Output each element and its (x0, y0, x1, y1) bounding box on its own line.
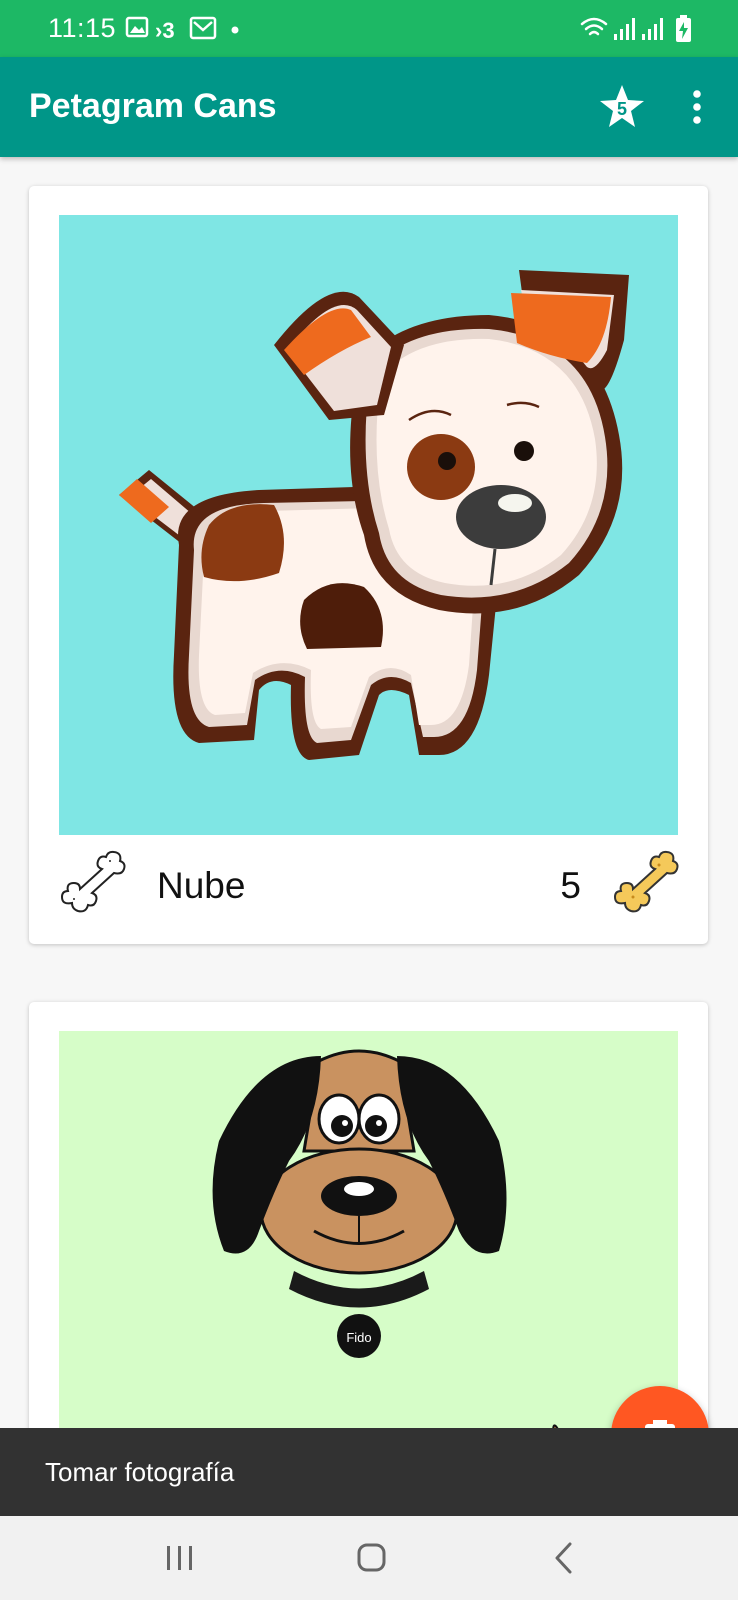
network-3g-icon: ›3 (155, 18, 175, 43)
bone-outline-icon (60, 850, 126, 913)
wifi-icon (580, 17, 608, 36)
snackbar-message: Tomar fotografía (45, 1457, 235, 1487)
recents-icon[interactable] (155, 1534, 205, 1582)
bone-rating-icon (613, 850, 679, 913)
pet-likes-count: 5 (560, 865, 581, 906)
signal-icon (614, 18, 635, 40)
dot-icon (231, 26, 239, 34)
pet-photo (59, 215, 678, 835)
signal-icon-2 (642, 18, 663, 40)
pet-card: Nube 5 (29, 186, 708, 944)
app-bar: Petagram Cans 5 (0, 57, 738, 157)
gmail-icon (189, 16, 217, 40)
svg-text:›3: ›3 (155, 18, 175, 43)
home-icon[interactable] (347, 1534, 397, 1582)
app-title: Petagram Cans (29, 87, 277, 125)
pet-photo: Fido (59, 1031, 678, 1452)
battery-charging-icon (676, 15, 691, 42)
status-bar: 11:15 ›3 (0, 0, 738, 57)
back-icon[interactable] (540, 1534, 590, 1582)
status-left-icons: ›3 (125, 16, 239, 43)
like-bone-button[interactable] (56, 847, 128, 919)
pet-card-footer: Nube 5 (29, 835, 708, 935)
overflow-menu-icon[interactable] (686, 87, 708, 129)
pet-card: Fido (29, 1002, 708, 1452)
status-time: 11:15 (48, 13, 117, 43)
gallery-icon (125, 16, 149, 38)
favorites-count: 5 (617, 99, 627, 119)
snackbar: Tomar fotografía (0, 1428, 738, 1516)
status-right-icons (580, 15, 691, 42)
favorites-star-button[interactable]: 5 (598, 83, 646, 131)
collar-tag-label: Fido (346, 1330, 371, 1345)
system-navigation-bar (0, 1516, 738, 1600)
pet-name: Nube (157, 865, 246, 906)
